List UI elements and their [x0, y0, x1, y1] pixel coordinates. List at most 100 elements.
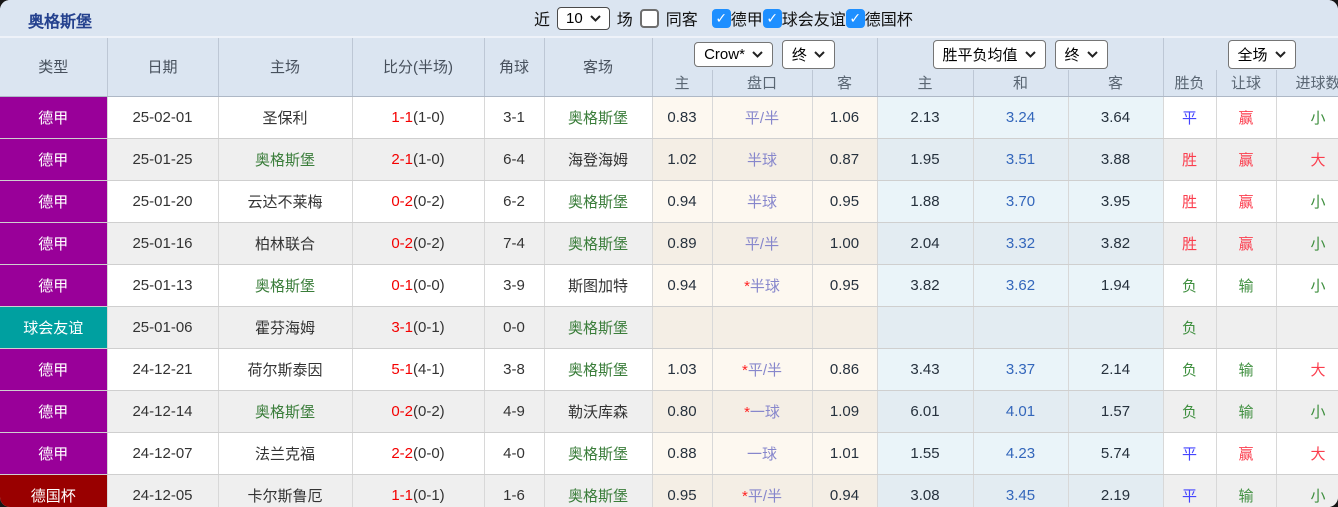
competition-badge: 德甲	[0, 264, 108, 307]
avg-draw-odds: 4.01	[973, 390, 1069, 433]
match-count-select[interactable]: 10	[557, 6, 610, 30]
avg-lose-odds: 3.64	[1068, 96, 1164, 139]
home-team: 法兰克福	[218, 432, 353, 475]
avg-lose-odds: 3.88	[1068, 138, 1164, 181]
match-date: 25-01-20	[107, 180, 219, 223]
home-team: 荷尔斯泰因	[218, 348, 353, 391]
goals-result-badge: 小	[1276, 264, 1338, 307]
corners: 3-8	[484, 348, 545, 391]
same-opponent-label: 同客	[665, 12, 698, 29]
avg-lose-odds: 3.82	[1068, 222, 1164, 265]
result-badge: 平	[1163, 96, 1217, 139]
handicap-result-badge: 输	[1216, 390, 1277, 433]
match-date: 25-01-06	[107, 306, 219, 349]
halftime-score: (0-0)	[413, 276, 445, 294]
handicap-odds-home: 0.89	[652, 222, 713, 265]
goals-result-badge: 小	[1276, 390, 1338, 433]
handicap-odds-home: 0.80	[652, 390, 713, 433]
corners: 3-9	[484, 264, 545, 307]
subcol-avg-win: 主	[877, 70, 974, 97]
avg-draw-odds: 3.45	[973, 474, 1069, 507]
score-cell: 0-1(0-0)	[352, 264, 485, 307]
goals-result-badge	[1276, 306, 1338, 349]
table-row: 德甲 25-02-01 圣保利 1-1(1-0) 3-1 奥格斯堡 0.83 平…	[0, 96, 1338, 139]
corners: 3-1	[484, 96, 545, 139]
handicap-line: *一球	[712, 390, 813, 433]
handicap-odds-home: 1.03	[652, 348, 713, 391]
league-german-cup-checkbox[interactable]: ✓	[845, 8, 865, 28]
halftime-score: (4-1)	[413, 360, 445, 378]
fulltime-score: 1-1	[391, 486, 413, 504]
league-bundesliga-label: 德甲	[730, 12, 763, 29]
avg-type-select[interactable]: 胜平负均值	[932, 39, 1046, 69]
halftime-score: (0-0)	[413, 444, 445, 462]
fulltime-score: 1-1	[391, 108, 413, 126]
result-badge: 平	[1163, 474, 1217, 507]
avg-win-odds: 1.55	[877, 432, 974, 475]
goals-result-badge: 小	[1276, 474, 1338, 507]
near-label: 近	[534, 12, 551, 29]
page-title: 奥格斯堡	[28, 14, 93, 31]
handicap-odds-away: 1.09	[812, 390, 878, 433]
subcol-avg-draw: 和	[973, 70, 1069, 97]
corners: 1-6	[484, 474, 545, 507]
chevron-down-icon	[752, 50, 763, 58]
table-row: 德甲 24-12-14 奥格斯堡 0-2(0-2) 4-9 勒沃库森 0.80 …	[0, 390, 1338, 433]
score-cell: 0-2(0-2)	[352, 390, 485, 433]
away-team: 奥格斯堡	[544, 96, 653, 139]
home-team: 圣保利	[218, 96, 353, 139]
subcol-goals: 进球数	[1276, 70, 1338, 97]
avg-time-select[interactable]: 终	[1054, 39, 1108, 69]
competition-badge: 德甲	[0, 390, 108, 433]
halftime-score: (0-2)	[413, 234, 445, 252]
handicap-line: 半球	[712, 138, 813, 181]
halftime-score: (0-2)	[413, 192, 445, 210]
same-opponent-checkbox[interactable]	[639, 8, 659, 28]
odds-time-select[interactable]: 终	[781, 39, 835, 69]
table-row: 德甲 24-12-21 荷尔斯泰因 5-1(4-1) 3-8 奥格斯堡 1.03…	[0, 348, 1338, 391]
score-cell: 5-1(4-1)	[352, 348, 485, 391]
match-history-table: 类型 日期 主场 比分(半场) 角球 客场 Crow* 终 胜平负均值 终 全场…	[0, 38, 1338, 507]
table-row: 德甲 25-01-20 云达不莱梅 0-2(0-2) 6-2 奥格斯堡 0.94…	[0, 180, 1338, 223]
match-date: 25-01-25	[107, 138, 219, 181]
col-header-score: 比分(半场)	[352, 38, 485, 97]
avg-win-odds: 2.13	[877, 96, 974, 139]
score-cell: 0-2(0-2)	[352, 222, 485, 265]
avg-lose-odds: 5.74	[1068, 432, 1164, 475]
table-row: 球会友谊 25-01-06 霍芬海姆 3-1(0-1) 0-0 奥格斯堡 负	[0, 306, 1338, 349]
match-date: 24-12-21	[107, 348, 219, 391]
goals-result-badge: 小	[1276, 180, 1338, 223]
chevron-down-icon	[1024, 50, 1036, 58]
league-bundesliga-checkbox[interactable]: ✓	[711, 8, 731, 28]
match-date: 24-12-07	[107, 432, 219, 475]
competition-badge: 德甲	[0, 96, 108, 139]
table-row: 德甲 25-01-16 柏林联合 0-2(0-2) 7-4 奥格斯堡 0.89 …	[0, 222, 1338, 265]
bookmaker-select[interactable]: Crow*	[694, 41, 773, 67]
league-friendly-checkbox[interactable]: ✓	[762, 8, 782, 28]
handicap-line	[712, 306, 813, 349]
corners: 4-0	[484, 432, 545, 475]
avg-win-odds: 1.95	[877, 138, 974, 181]
handicap-result-badge: 输	[1216, 264, 1277, 307]
result-badge: 负	[1163, 390, 1217, 433]
avg-win-odds: 3.82	[877, 264, 974, 307]
result-badge: 胜	[1163, 138, 1217, 181]
col-header-home: 主场	[218, 38, 353, 97]
halftime-score: (1-0)	[413, 150, 445, 168]
handicap-odds-away	[812, 306, 878, 349]
fulltime-score: 2-2	[391, 444, 413, 462]
avg-win-odds	[877, 306, 974, 349]
halftime-score: (0-2)	[413, 402, 445, 420]
handicap-result-badge: 赢	[1216, 222, 1277, 265]
handicap-result-badge: 赢	[1216, 432, 1277, 475]
handicap-line: 平/半	[712, 222, 813, 265]
avg-draw-odds: 3.62	[973, 264, 1069, 307]
score-cell: 1-1(1-0)	[352, 96, 485, 139]
matches-label: 场	[616, 12, 633, 29]
goals-result-badge: 大	[1276, 138, 1338, 181]
home-team: 奥格斯堡	[218, 138, 353, 181]
result-badge: 胜	[1163, 180, 1217, 223]
avg-draw-odds: 3.32	[973, 222, 1069, 265]
corners: 6-4	[484, 138, 545, 181]
scope-select[interactable]: 全场	[1227, 39, 1296, 69]
